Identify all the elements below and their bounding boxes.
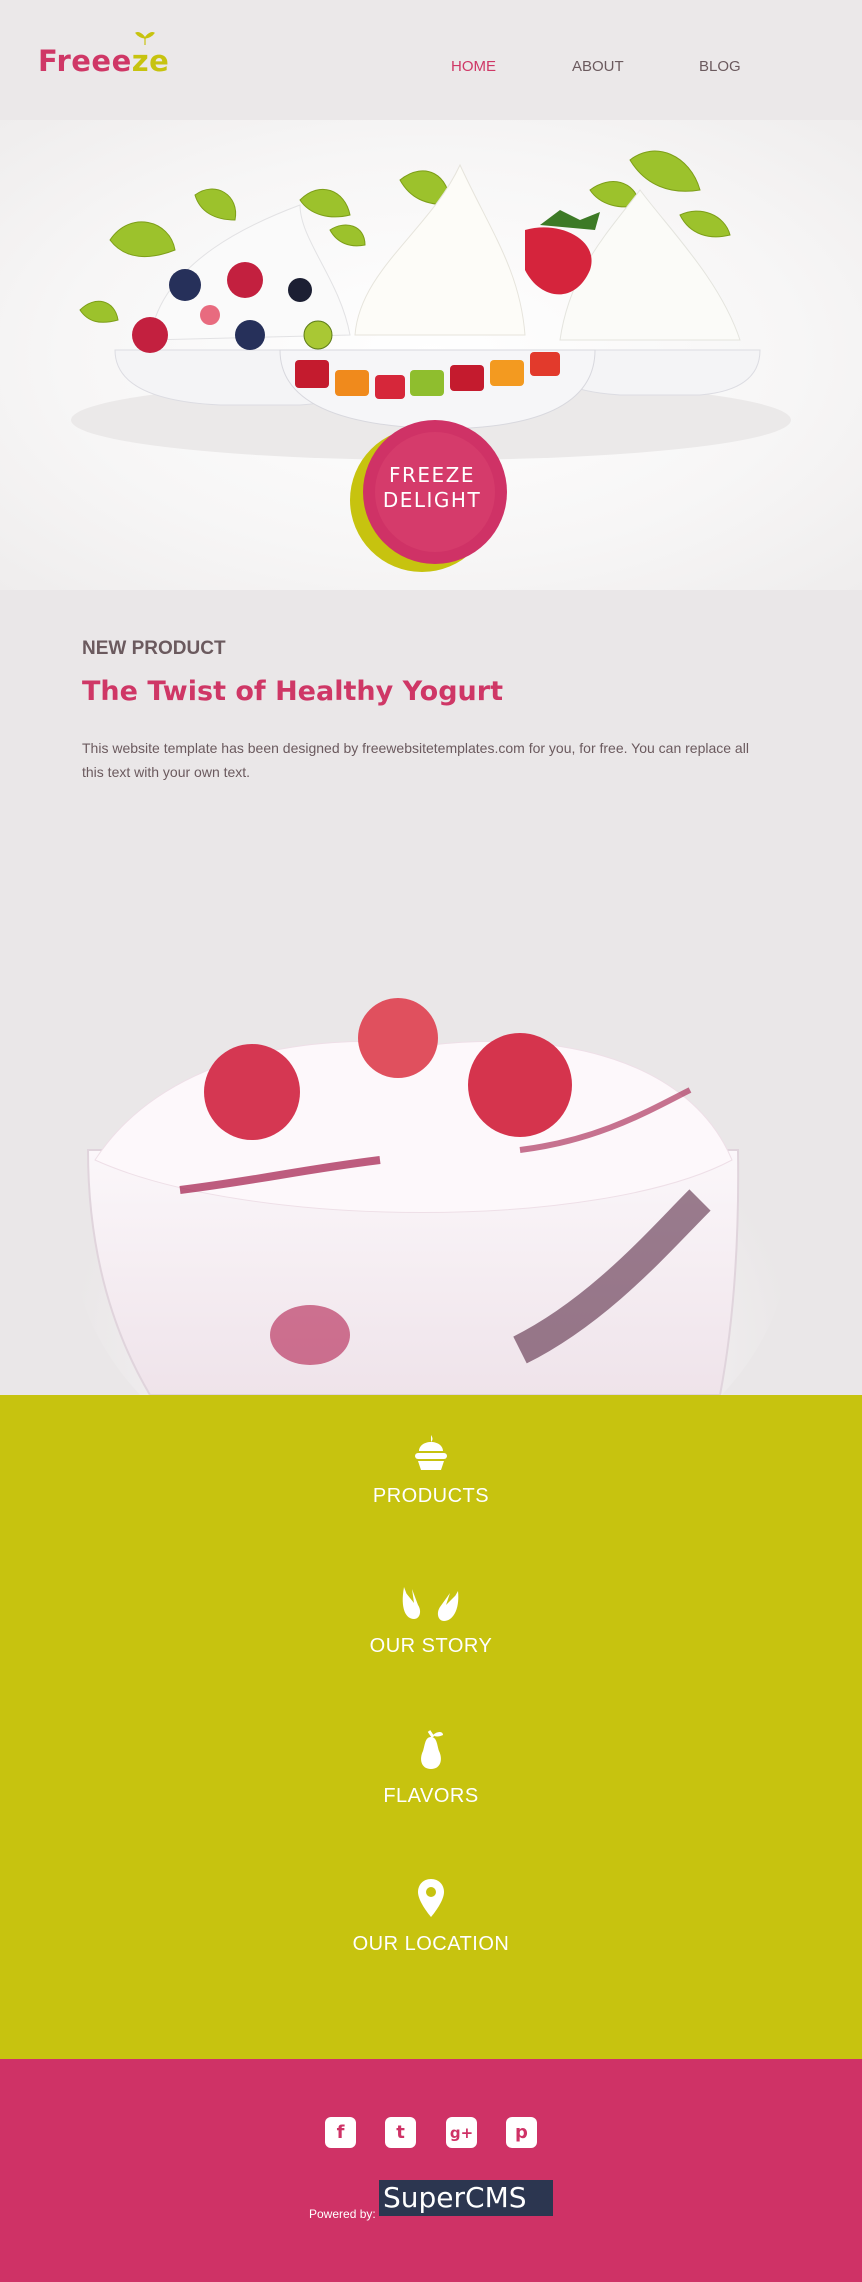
link-our-story[interactable]: OUR STORY	[0, 1581, 862, 1658]
twitter-icon[interactable]: t	[385, 2117, 416, 2148]
link-flavors[interactable]: FLAVORS	[0, 1729, 862, 1808]
facebook-icon[interactable]: f	[325, 2117, 356, 2148]
nav-home[interactable]: HOME	[451, 58, 496, 75]
site-logo[interactable]: Freeeze	[38, 32, 170, 78]
hero-banner: FREEZE DELIGHT	[0, 120, 862, 590]
pear-icon	[421, 1730, 443, 1769]
location-pin-icon	[418, 1879, 444, 1917]
hands-icon	[402, 1587, 459, 1621]
link-label-products: PRODUCTS	[372, 1485, 490, 1507]
link-our-location[interactable]: OUR LOCATION	[0, 1877, 862, 1956]
badge-line-1: FREEZE	[389, 463, 475, 487]
link-label-our-location: OUR LOCATION	[352, 1933, 510, 1955]
frozen-yogurt-bowls-image: FREEZE DELIGHT	[71, 150, 791, 572]
raspberry-yogurt-image	[71, 950, 791, 1395]
nav-blog[interactable]: BLOG	[699, 58, 741, 75]
cupcake-icon	[415, 1435, 447, 1470]
pinterest-icon[interactable]: p	[506, 2117, 537, 2148]
logo-text-main: Freee	[38, 44, 132, 78]
sprout-icon	[135, 32, 155, 45]
badge-line-2: DELIGHT	[383, 488, 481, 512]
links-section: PRODUCTS OUR STORY FLAVORS OUR LOCATION	[0, 1395, 862, 2059]
powered-by-label: Powered by:	[309, 2207, 376, 2221]
supercms-logo-link[interactable]: SuperCMS	[379, 2180, 553, 2216]
nav-about[interactable]: ABOUT	[572, 58, 624, 75]
new-product-section: NEW PRODUCT The Twist of Healthy Yogurt …	[0, 590, 862, 1395]
link-label-our-story: OUR STORY	[369, 1635, 493, 1657]
site-header: Freeeze HOME ABOUT BLOG	[0, 0, 862, 120]
link-products[interactable]: PRODUCTS	[0, 1433, 862, 1508]
logo-text-accent: ze	[131, 44, 170, 78]
link-label-flavors: FLAVORS	[383, 1785, 479, 1807]
googleplus-icon[interactable]: g+	[446, 2117, 477, 2148]
site-footer: f t g+ p Powered by: SuperCMS	[0, 2059, 862, 2282]
